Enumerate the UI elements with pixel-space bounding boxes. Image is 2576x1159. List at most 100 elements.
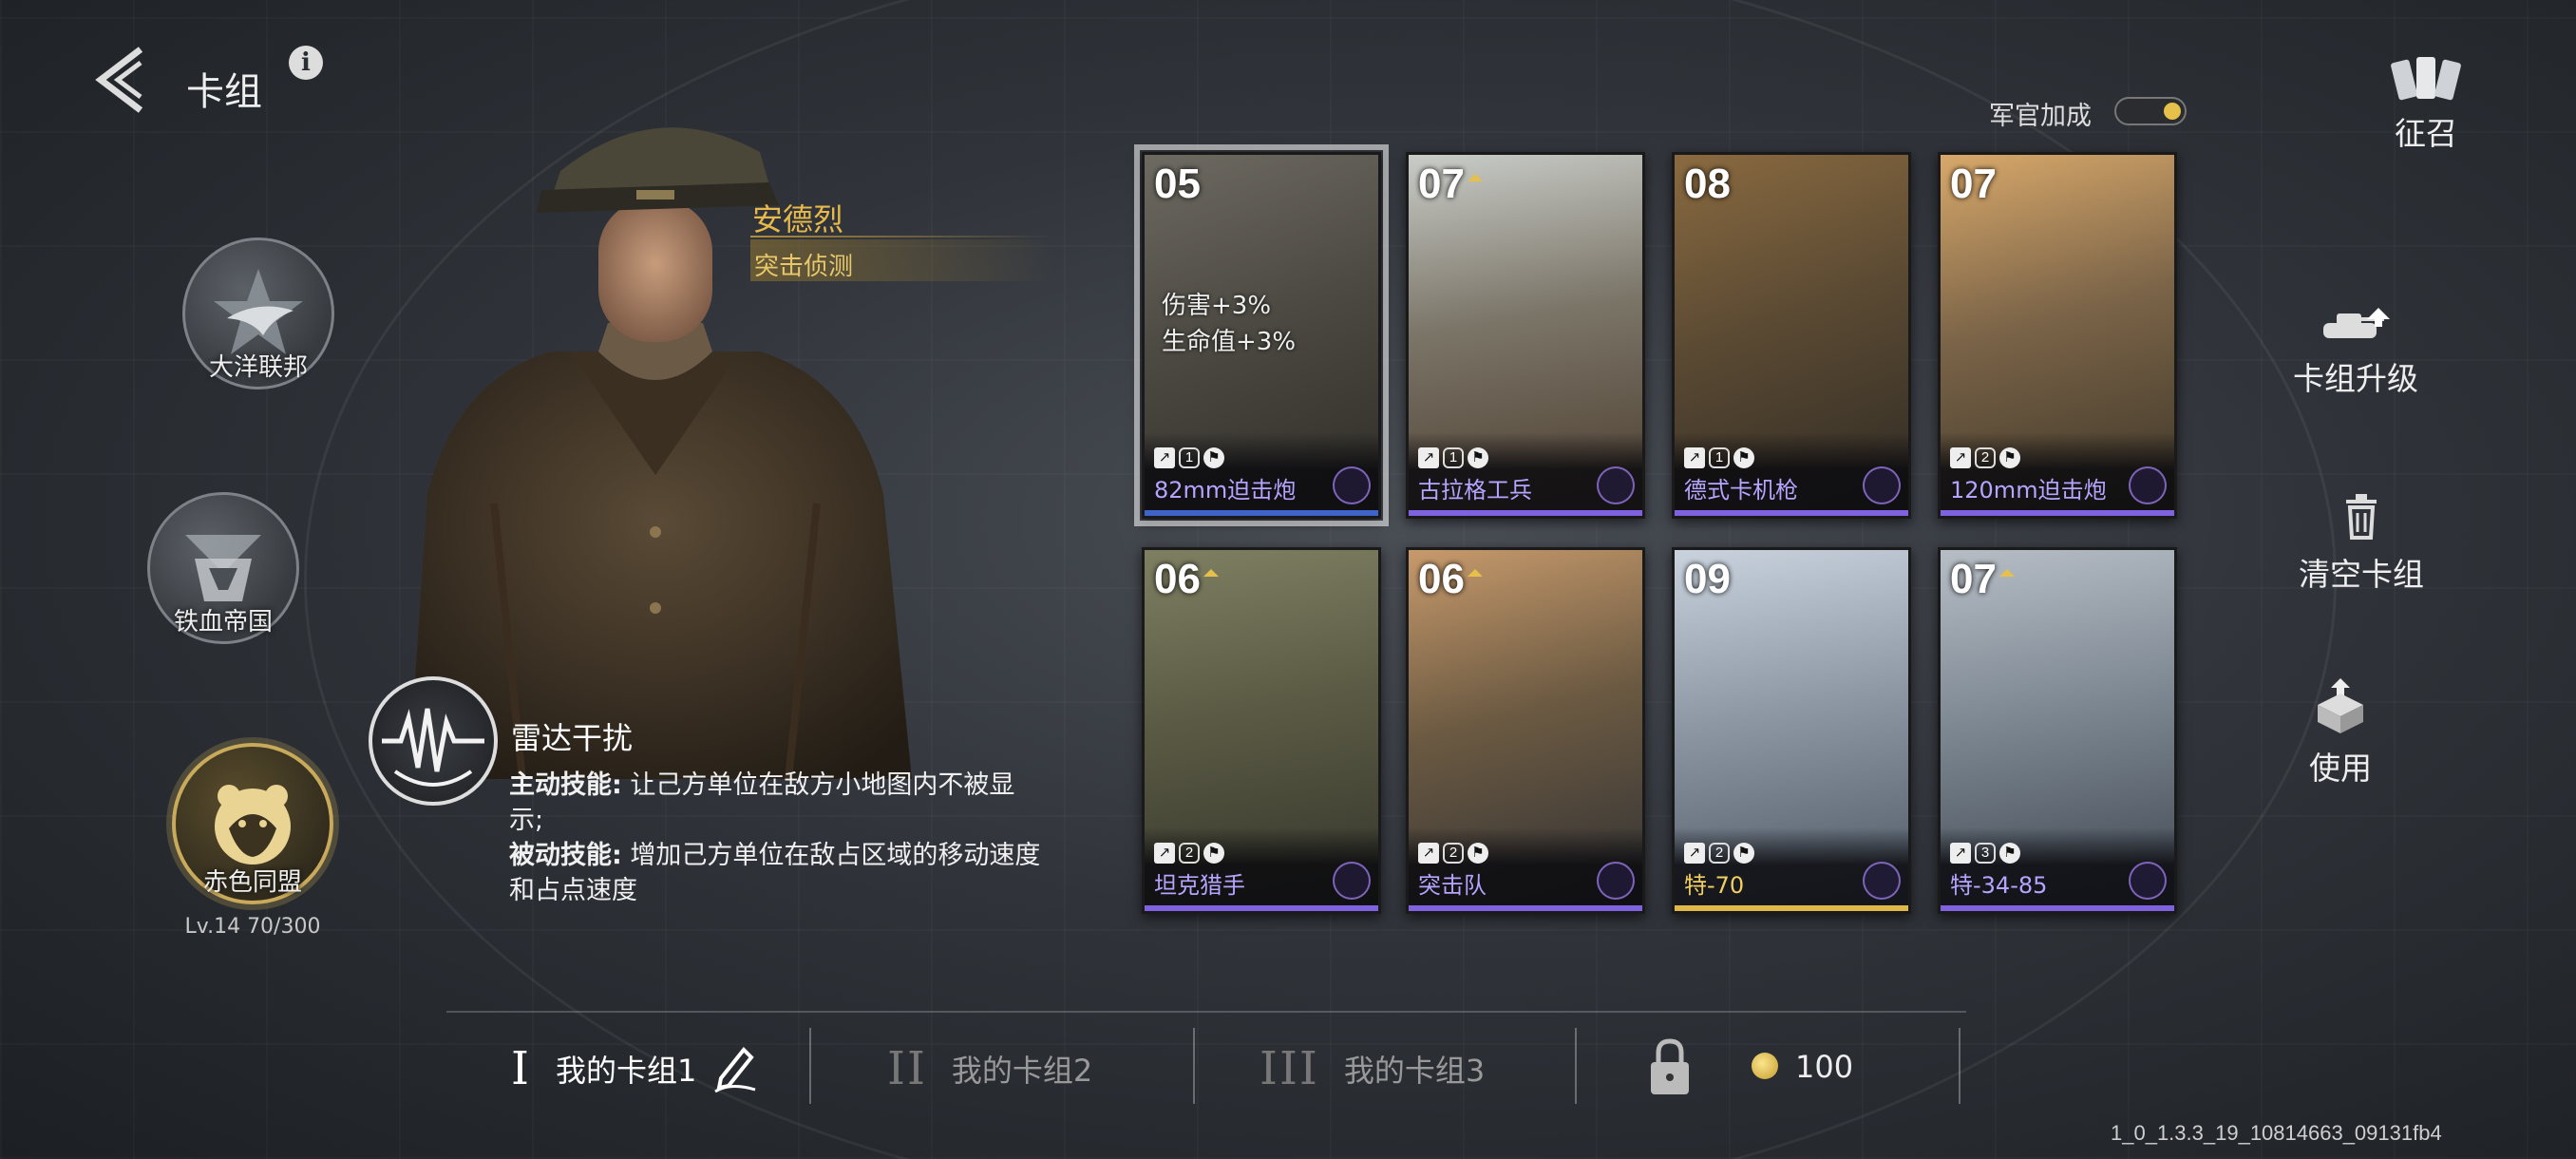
skill-description: 主动技能: 让己方单位在敌方小地图内不被显示; 被动技能: 增加己方单位在敌占区… [509,768,1041,908]
tab-separator [1193,1028,1195,1104]
bear-faction-icon [1863,466,1901,504]
card-level: 2 [1443,843,1464,864]
commander-name: 安德烈 [752,201,844,238]
card-cost: 07 [1950,161,1997,207]
chevron-left-icon [95,47,143,113]
card-level: 2 [1179,843,1200,864]
card-name: 特-34-85 [1950,872,2048,899]
rank-chevron-icon [1203,569,1219,577]
unit-card[interactable]: 06 ↗ 2 ⚑ 突击队 [1406,547,1645,914]
card-level: 1 [1179,447,1200,468]
card-name: 突击队 [1418,872,1487,899]
officer-bonus-toggle[interactable] [2114,97,2187,125]
page-title: 卡组 [186,70,262,114]
edit-icon[interactable] [711,1044,757,1093]
coin-icon [1752,1053,1778,1079]
unit-type-icon: ↗ [1418,843,1439,864]
card-buff: 伤害+3% 生命值+3% [1162,288,1296,360]
toggle-knob [2164,103,2181,120]
unit-card[interactable]: 05 伤害+3% 生命值+3% ↗ 1 ⚑ 82mm迫击炮 [1134,144,1389,526]
bear-faction-icon [1333,466,1371,504]
cards-icon [2391,57,2461,101]
card-stats: ↗ 2 ⚑ [1418,843,1488,864]
recruit-label: 征召 [2395,115,2457,152]
rarity-stripe [1409,510,1642,516]
tab-label: 我的卡组3 [1343,1053,1486,1089]
version-label: 1_0_1.3.3_19_10814663_09131fb4 [2111,1121,2442,1145]
passive-skill-label: 被动技能: [509,841,622,870]
recruit-button[interactable]: 征召 [2384,55,2468,154]
card-name: 82mm迫击炮 [1154,477,1297,504]
clear-deck-button[interactable]: 清空卡组 [2266,494,2456,595]
buff-health: 生命值+3% [1162,328,1297,356]
skill-name: 雷达干扰 [511,720,634,756]
rarity-stripe [1675,510,1908,516]
card-cost: 07 [1950,556,1997,602]
tab-numeral: II [887,1042,927,1095]
upgrade-deck-label: 卡组升级 [2293,360,2418,397]
flag-icon: ⚑ [1468,447,1488,468]
unit-card[interactable]: 09 ↗ 2 ⚑ 特-70 [1672,547,1911,914]
card-name: 120mm迫击炮 [1950,477,2107,504]
buff-damage: 伤害+3% [1162,292,1272,320]
card-stats: ↗ 3 ⚑ [1950,843,2020,864]
faction-name: 铁血帝国 [173,608,273,636]
unit-type-icon: ↗ [1418,447,1439,468]
bear-faction-icon [2129,466,2167,504]
faction-ocean-federation[interactable]: 大洋联邦 [173,238,344,390]
tab-deck-1[interactable]: I 我的卡组1 [511,1036,757,1102]
rarity-stripe [1145,510,1378,516]
unit-card[interactable]: 08 ↗ 1 ⚑ 德式卡机枪 [1672,152,1911,519]
tab-separator [1959,1028,1960,1104]
card-stats: ↗ 2 ⚑ [1154,843,1224,864]
card-stats: ↗ 2 ⚑ [1950,447,2020,468]
rarity-stripe [1409,905,1642,911]
card-stats: ↗ 1 ⚑ [1154,447,1224,468]
faction-red-alliance[interactable]: 赤色同盟 Lv.14 70/300 [167,743,338,939]
clear-deck-label: 清空卡组 [2299,556,2424,593]
rarity-stripe [1941,510,2174,516]
use-deck-button[interactable]: 使用 [2302,676,2378,788]
unit-card[interactable]: 07 ↗ 2 ⚑ 120mm迫击炮 [1938,152,2177,519]
tab-deck-2[interactable]: II 我的卡组2 [887,1036,1092,1102]
flag-icon: ⚑ [1999,447,2020,468]
rank-chevron-icon [1999,569,2015,577]
unit-type-icon: ↗ [1950,843,1971,864]
card-cost: 05 [1154,161,1201,207]
unit-type-icon: ↗ [1154,843,1175,864]
use-deck-label: 使用 [2309,750,2372,787]
tab-numeral: I [511,1042,531,1095]
bear-faction-icon [2129,862,2167,900]
card-stats: ↗ 1 ⚑ [1418,447,1488,468]
bear-faction-icon [1863,862,1901,900]
faction-name: 大洋联邦 [208,353,308,382]
card-level: 2 [1709,843,1730,864]
card-level: 1 [1443,447,1464,468]
rarity-stripe [1941,905,2174,911]
unit-card[interactable]: 06 ↗ 2 ⚑ 坦克猎手 [1142,547,1381,914]
bear-faction-icon [1597,862,1635,900]
tab-divider [446,1011,1966,1013]
info-icon[interactable]: i [289,46,323,80]
unit-type-icon: ↗ [1684,843,1705,864]
locked-deck-slot[interactable] [1649,1037,1691,1096]
box-upload-icon [2318,678,2363,733]
tab-deck-3[interactable]: III 我的卡组3 [1260,1036,1485,1102]
unit-card[interactable]: 07 ↗ 1 ⚑ 古拉格工兵 [1406,152,1645,519]
card-name: 坦克猎手 [1154,872,1245,899]
rank-chevron-icon [1468,569,1483,577]
tab-numeral: III [1260,1042,1319,1095]
card-name: 古拉格工兵 [1418,477,1532,504]
unit-type-icon: ↗ [1684,447,1705,468]
faction-iron-empire[interactable]: 铁血帝国 [142,492,304,644]
back-button[interactable] [91,44,158,116]
unlock-cost: 100 [1795,1049,1854,1085]
radar-jamming-icon[interactable] [369,676,498,806]
rarity-stripe [1145,905,1378,911]
faction-name: 赤色同盟 [202,868,302,897]
tab-label: 我的卡组2 [951,1053,1093,1089]
unit-card[interactable]: 07 ↗ 3 ⚑ 特-34-85 [1938,547,2177,914]
card-name: 特-70 [1684,872,1745,899]
trash-icon [2346,494,2377,540]
upgrade-deck-button[interactable]: 卡组升级 [2261,306,2451,399]
